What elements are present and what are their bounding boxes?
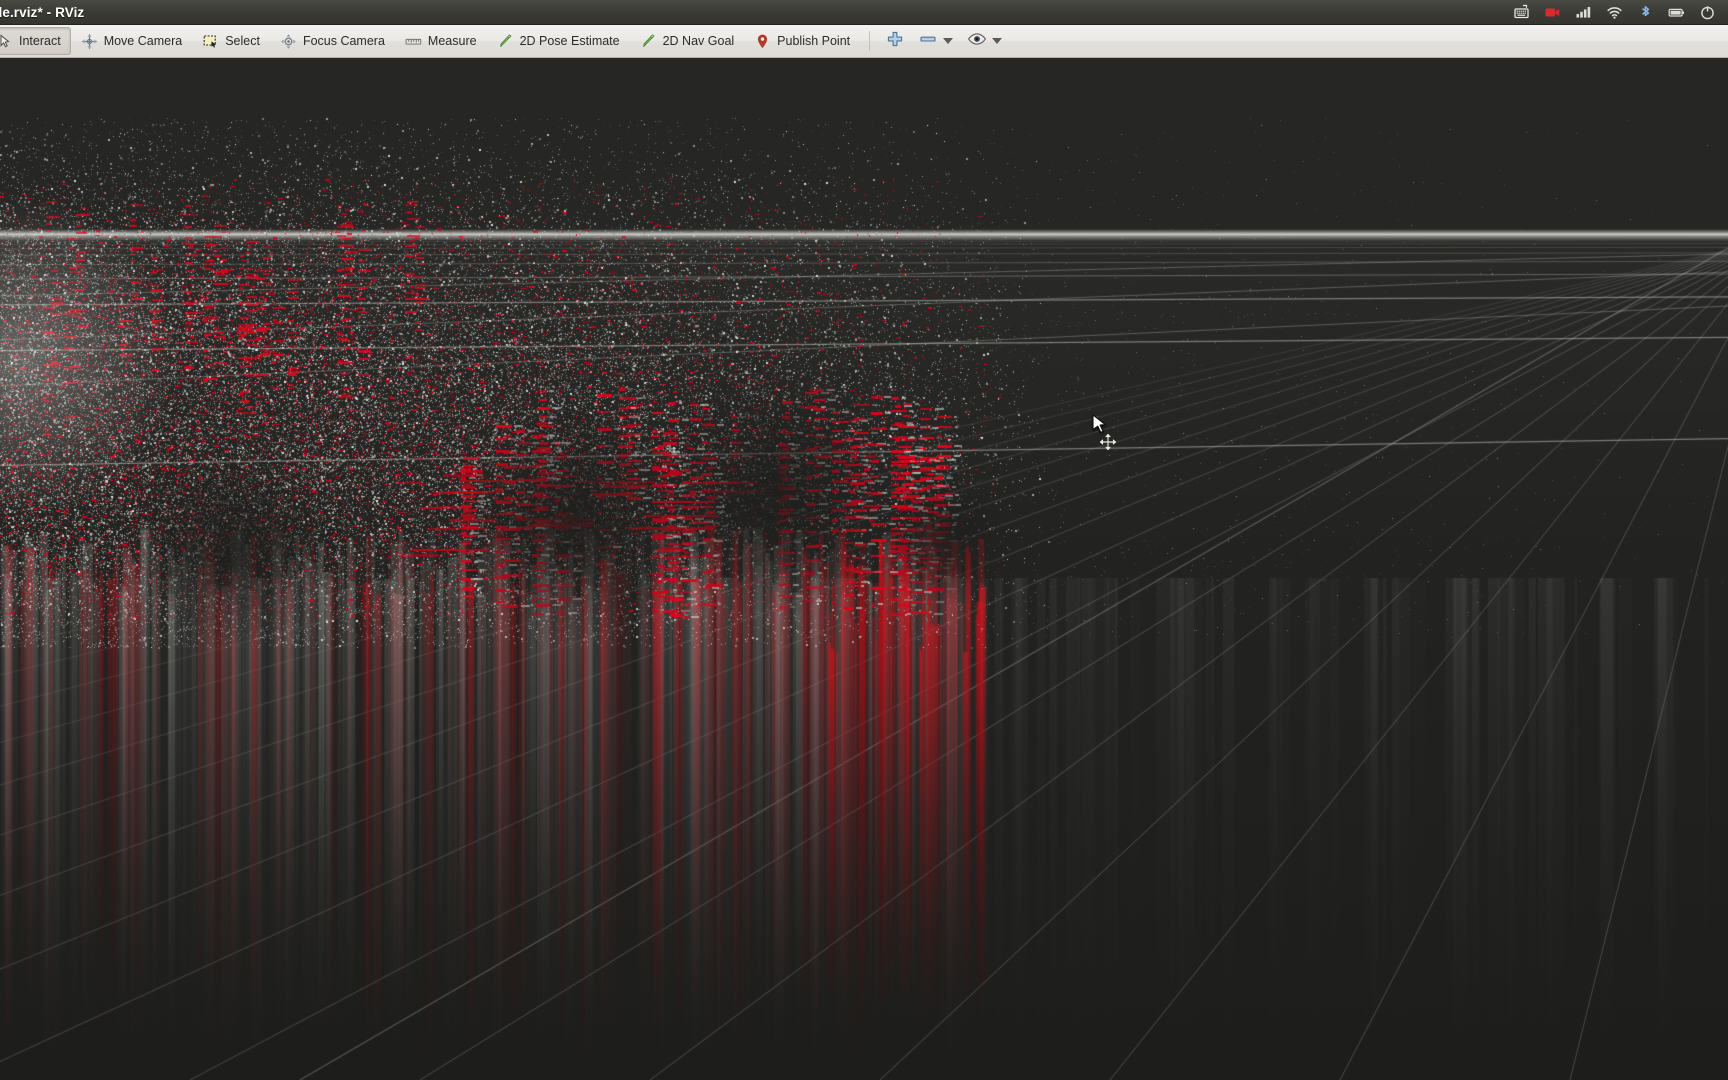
tool-label: Publish Point bbox=[777, 34, 851, 48]
tool-move-camera[interactable]: Move Camera bbox=[71, 27, 193, 55]
tool-2d-nav-goal[interactable]: 2D Nav Goal bbox=[630, 27, 745, 55]
measure-icon bbox=[405, 33, 422, 50]
tool-interact[interactable]: Interact bbox=[0, 27, 71, 55]
point-cloud-canvas[interactable] bbox=[0, 58, 1728, 1080]
wifi-icon[interactable] bbox=[1606, 4, 1623, 21]
tool-focus-camera[interactable]: Focus Camera bbox=[270, 27, 395, 55]
network-icon[interactable] bbox=[1575, 4, 1592, 21]
interact-icon bbox=[0, 33, 13, 50]
tool-publish-point[interactable]: Publish Point bbox=[744, 27, 860, 55]
eye-icon bbox=[967, 30, 987, 53]
add-tool-button[interactable] bbox=[879, 25, 911, 57]
rviz-toolbar: Interact Move Camera Select Focus Camera… bbox=[0, 25, 1728, 58]
tool-label: Move Camera bbox=[103, 34, 183, 48]
toolbar-separator bbox=[869, 31, 871, 51]
tool-label: Interact bbox=[19, 34, 61, 48]
nav-goal-icon bbox=[640, 33, 657, 50]
window-title: de.rviz* - RViz bbox=[0, 4, 85, 20]
power-menu-icon[interactable] bbox=[1699, 4, 1716, 21]
tool-select[interactable]: Select bbox=[192, 27, 270, 55]
tool-label: Measure bbox=[427, 34, 477, 48]
chevron-down-icon[interactable] bbox=[992, 38, 1003, 44]
remove-tool-button[interactable] bbox=[911, 25, 960, 57]
battery-icon[interactable] bbox=[1668, 4, 1685, 21]
select-icon bbox=[202, 33, 219, 50]
system-top-panel: de.rviz* - RViz bbox=[0, 0, 1728, 25]
focus-camera-icon bbox=[280, 33, 297, 50]
tool-label: 2D Pose Estimate bbox=[519, 34, 620, 48]
system-tray bbox=[1513, 4, 1728, 21]
publish-point-icon bbox=[754, 33, 771, 50]
plus-icon bbox=[886, 30, 904, 53]
keyboard-indicator-icon[interactable] bbox=[1513, 4, 1530, 21]
screen-recorder-icon[interactable] bbox=[1544, 4, 1561, 21]
minus-icon bbox=[918, 30, 938, 53]
tool-2d-pose-estimate[interactable]: 2D Pose Estimate bbox=[487, 27, 630, 55]
pose-estimate-icon bbox=[497, 33, 514, 50]
tool-label: Select bbox=[225, 34, 260, 48]
chevron-down-icon[interactable] bbox=[943, 38, 954, 44]
move-camera-icon bbox=[81, 33, 98, 50]
visibility-toggle-button[interactable] bbox=[960, 25, 1009, 57]
bluetooth-icon[interactable] bbox=[1637, 4, 1654, 21]
tool-measure[interactable]: Measure bbox=[395, 27, 487, 55]
tool-label: 2D Nav Goal bbox=[662, 34, 735, 48]
tool-label: Focus Camera bbox=[302, 34, 385, 48]
3d-render-view[interactable] bbox=[0, 58, 1728, 1080]
